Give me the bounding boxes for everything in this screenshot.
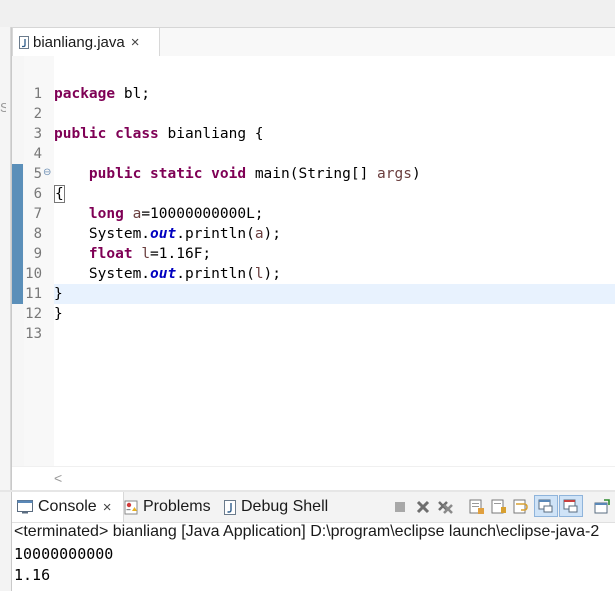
keyword: static (150, 166, 203, 182)
keyword: void (211, 166, 247, 182)
java-file-icon (19, 35, 29, 49)
keyword: public (88, 166, 142, 182)
debug-shell-icon (224, 499, 236, 515)
problems-icon (124, 500, 138, 514)
editor-tab-bianliang[interactable]: bianliang.java × (12, 28, 160, 56)
word-wrap-icon[interactable] (513, 499, 529, 515)
code-text: bl; (115, 86, 151, 102)
window-top-strip (0, 0, 615, 27)
line-number: 10 (25, 266, 42, 282)
code-area[interactable]: 1 2 3 4 5 6 7 8 9 10 11 12 13 ⊖ package … (12, 56, 615, 466)
variable-name: a (254, 226, 264, 242)
variable-name: l (254, 266, 264, 282)
change-marker (12, 164, 23, 304)
static-field: out (150, 266, 177, 282)
keyword: float (88, 246, 133, 262)
scroll-lock-icon[interactable] (491, 499, 507, 515)
matching-bracket: { (54, 185, 65, 203)
code-text: bianliang { (158, 126, 264, 142)
code-line-10: System.out.println(l); (54, 264, 281, 284)
remove-all-icon[interactable] (437, 499, 453, 515)
line-number: 2 (33, 106, 42, 122)
line-number: 11 (25, 286, 42, 302)
collapse-icon[interactable]: ⊖ (43, 163, 51, 183)
display-console-toggle[interactable] (559, 495, 583, 517)
java-editor: bianliang.java × 1 2 3 4 5 6 7 8 9 10 11… (11, 27, 615, 492)
code-line-12: } (54, 306, 63, 322)
editor-tab-title: bianliang.java (33, 33, 125, 51)
line-number: 9 (33, 246, 42, 262)
close-icon[interactable]: × (131, 35, 140, 50)
keyword: long (88, 206, 124, 222)
code-text: ); (263, 266, 282, 282)
variable-name: l (141, 246, 151, 262)
console-output-line: 1.16 (14, 566, 51, 584)
code-text: System. (88, 226, 151, 242)
keyword: class (115, 126, 159, 142)
code-line-1: package bl; (54, 84, 150, 104)
console-status: <terminated> bianliang [Java Application… (14, 523, 600, 540)
variable-name: a (132, 206, 142, 222)
parameter-name: args (377, 166, 412, 182)
code-text: =10000000000L; (141, 206, 264, 222)
editor-tab-bar: bianliang.java × (12, 28, 615, 57)
display-console-icon (563, 499, 578, 513)
code-text: ) (411, 166, 421, 182)
pin-console-toggle[interactable] (534, 495, 558, 517)
horizontal-scrollbar[interactable]: < (12, 466, 615, 492)
tab-label: Debug Shell (241, 498, 329, 515)
code-text: ); (263, 226, 282, 242)
line-number: 6 (33, 186, 42, 202)
left-panel-edge (0, 27, 11, 491)
console-view: Console × Problems Debug Shell <terminat… (11, 492, 615, 591)
tab-label: Problems (143, 498, 211, 515)
pin-console-icon (538, 499, 553, 513)
line-number: 3 (33, 126, 42, 142)
tab-debug-shell[interactable]: Debug Shell (224, 492, 328, 522)
current-line-highlight (54, 284, 615, 304)
line-number: 13 (25, 326, 42, 342)
code-line-3: public class bianliang { (54, 124, 264, 144)
overview-ruler (12, 56, 24, 466)
line-number: 5 (33, 166, 42, 182)
tab-console[interactable]: Console × (12, 492, 124, 522)
code-line-11: } (54, 286, 63, 302)
line-number: 1 (33, 86, 42, 102)
clear-console-icon[interactable] (469, 499, 485, 515)
code-line-9: float l=1.16F; (54, 244, 211, 264)
console-tab-bar: Console × Problems Debug Shell (12, 492, 615, 523)
open-console-icon[interactable] (594, 499, 610, 515)
remove-launch-icon[interactable] (415, 499, 431, 515)
close-icon[interactable]: × (103, 499, 112, 516)
code-text: .println( (176, 226, 255, 242)
code-text: =1.16F; (150, 246, 212, 262)
line-number: 4 (33, 146, 42, 162)
line-number: 8 (33, 226, 42, 242)
console-output-line: 10000000000 (14, 545, 114, 563)
code-text: main(String[] (246, 166, 378, 182)
code-line-5: public static void main(String[] args) (54, 164, 421, 184)
code-line-7: long a=10000000000L; (54, 204, 264, 224)
console-icon (17, 500, 33, 514)
code-line-6: { (54, 184, 65, 204)
tab-label: Console (38, 498, 97, 515)
left-panel-clipped-text: S (0, 100, 6, 115)
keyword: package (54, 86, 116, 102)
tab-problems[interactable]: Problems (124, 492, 211, 522)
static-field: out (150, 226, 177, 242)
line-number: 7 (33, 206, 42, 222)
code-text: System. (88, 266, 151, 282)
code-line-8: System.out.println(a); (54, 224, 281, 244)
scroll-left-icon[interactable]: < (54, 470, 62, 486)
terminate-icon[interactable] (392, 499, 408, 515)
line-number: 12 (25, 306, 42, 322)
code-text: .println( (176, 266, 255, 282)
keyword: public (54, 126, 107, 142)
